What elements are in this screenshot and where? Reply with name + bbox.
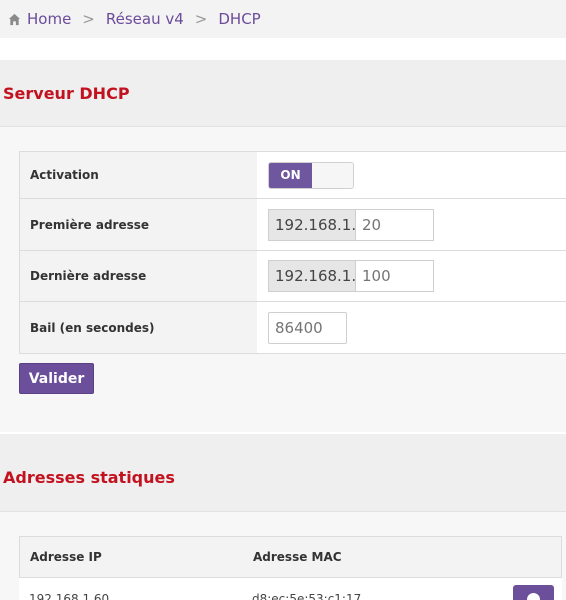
last-address-row: Dernière adresse 192.168.1. <box>19 251 566 302</box>
static-addresses-header: Adresses statiques <box>0 434 566 511</box>
static-table-header: Adresse IP Adresse MAC <box>19 536 562 578</box>
last-address-prefix: 192.168.1. <box>268 260 356 292</box>
column-mac: Adresse MAC <box>253 550 342 564</box>
activation-toggle[interactable]: ON <box>268 161 354 189</box>
first-address-group: 192.168.1. <box>268 208 434 241</box>
lease-row: Bail (en secondes) <box>19 302 566 354</box>
breadcrumb-home-link[interactable]: Home <box>27 10 71 28</box>
row-action-button[interactable] <box>513 585 554 600</box>
lease-input[interactable] <box>268 311 347 344</box>
first-address-input[interactable] <box>356 208 434 241</box>
lease-label: Bail (en secondes) <box>19 302 257 353</box>
dhcp-server-header: Serveur DHCP <box>0 60 566 126</box>
first-address-prefix: 192.168.1. <box>268 208 356 241</box>
toggle-off-handle <box>312 162 353 188</box>
first-address-label: Première adresse <box>19 199 257 250</box>
home-icon <box>8 13 21 25</box>
last-address-input[interactable] <box>356 260 434 292</box>
row-mac: d8:ec:5e:53:c1:17 <box>252 592 362 600</box>
toggle-on-state: ON <box>269 162 312 188</box>
dhcp-form-table: Activation ON Première adresse 192.168.1… <box>19 151 566 354</box>
row-ip: 192.168.1.60 <box>29 592 110 600</box>
breadcrumb: Home > Réseau v4 > DHCP <box>0 0 566 38</box>
breadcrumb-dhcp-link[interactable]: DHCP <box>218 10 260 28</box>
activation-label: Activation <box>19 152 257 198</box>
first-address-row: Première adresse 192.168.1. <box>19 199 566 251</box>
breadcrumb-network-link[interactable]: Réseau v4 <box>106 10 184 28</box>
validate-button[interactable]: Valider <box>19 363 94 394</box>
activation-row: Activation ON <box>19 152 566 199</box>
static-addresses-title: Adresses statiques <box>3 468 175 487</box>
breadcrumb-separator: > <box>194 10 208 28</box>
last-address-label: Dernière adresse <box>19 251 257 301</box>
column-ip: Adresse IP <box>30 550 102 564</box>
table-row: 192.168.1.60 d8:ec:5e:53:c1:17 <box>19 578 562 600</box>
breadcrumb-separator: > <box>82 10 95 28</box>
dhcp-server-title: Serveur DHCP <box>3 84 130 103</box>
circle-icon <box>527 593 540 600</box>
last-address-group: 192.168.1. <box>268 260 434 292</box>
